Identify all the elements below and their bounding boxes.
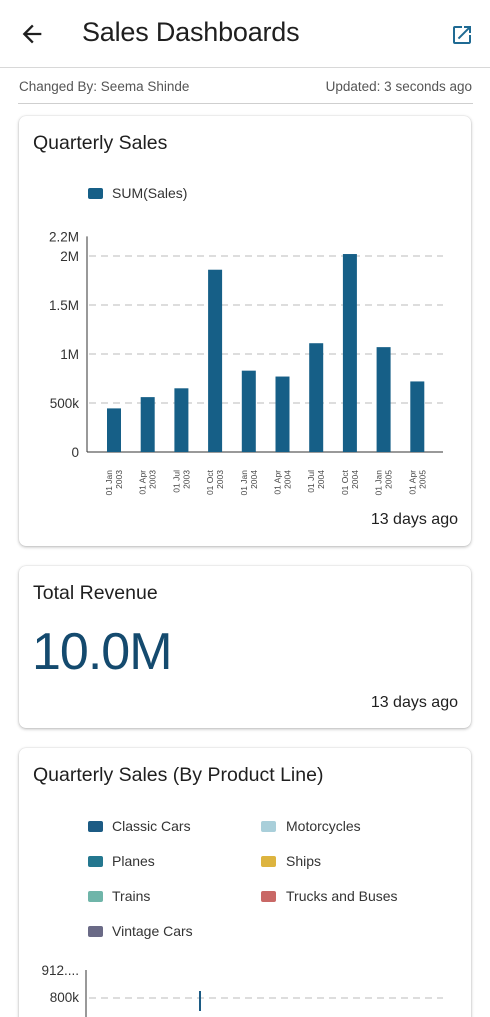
x-tick-label: 01 Jan2005 bbox=[374, 470, 394, 496]
bar bbox=[199, 991, 201, 1011]
x-tick-label: 01 Jul2003 bbox=[171, 470, 191, 493]
back-arrow-icon[interactable] bbox=[18, 20, 46, 48]
card-title: Total Revenue bbox=[33, 582, 158, 604]
y-tick-label: 1.5M bbox=[49, 298, 79, 313]
legend-label-motorcycles: Motorcycles bbox=[286, 818, 361, 834]
open-external-icon[interactable] bbox=[450, 23, 474, 47]
x-tick-label: 01 Oct2003 bbox=[205, 469, 225, 495]
legend-swatch-motorcycles bbox=[261, 821, 276, 832]
legend-swatch bbox=[88, 188, 103, 199]
y-tick-label: 800k bbox=[50, 990, 80, 1005]
legend-swatch-trains bbox=[88, 891, 103, 902]
y-tick-label: 912.... bbox=[41, 963, 79, 978]
legend-label-ships: Ships bbox=[286, 853, 322, 869]
y-tick-label: 0 bbox=[71, 445, 79, 460]
changed-by-text: Changed By: Seema Shinde bbox=[19, 79, 190, 94]
x-tick-label: 01 Jan2003 bbox=[104, 470, 124, 496]
card-timestamp: 13 days ago bbox=[370, 511, 458, 528]
legend-swatch-classic-cars bbox=[88, 821, 103, 832]
bar bbox=[275, 376, 290, 452]
bar bbox=[410, 381, 425, 452]
bar bbox=[174, 388, 189, 452]
bar bbox=[309, 343, 324, 452]
card-title: Quarterly Sales bbox=[33, 132, 168, 154]
product-line-chart: 912.... 800k bbox=[41, 963, 443, 1017]
legend-label-trucks-and-buses: Trucks and Buses bbox=[286, 888, 398, 904]
x-tick-label: 01 Apr2003 bbox=[138, 470, 158, 495]
x-tick-label: 01 Apr2004 bbox=[273, 470, 293, 495]
legend-label-vintage-cars: Vintage Cars bbox=[112, 923, 193, 939]
big-number-value: 10.0M bbox=[32, 623, 173, 681]
y-tick-label: 2M bbox=[60, 249, 79, 264]
quarterly-sales-chart: 0 500k 1M 1.5M 2M 2.2M 01 Jan2003 01 Apr2003 01 … bbox=[49, 229, 443, 496]
app-header: Sales Dashboards bbox=[0, 0, 490, 68]
quarterly-sales-card[interactable]: Quarterly Sales SUM(Sales) 0 500k 1M 1.5M 2M… bbox=[19, 116, 471, 546]
legend-swatch-vintage-cars bbox=[88, 926, 103, 937]
bar bbox=[107, 408, 121, 452]
x-tick-label: 01 Oct2004 bbox=[340, 469, 360, 495]
bar bbox=[376, 347, 391, 452]
product-line-sales-card[interactable]: Quarterly Sales (By Product Line) Classi… bbox=[19, 748, 471, 1017]
legend-label-trains: Trains bbox=[112, 888, 151, 904]
card-timestamp: 13 days ago bbox=[370, 694, 458, 711]
bar bbox=[208, 269, 223, 452]
x-tick-label: 01 Jul2004 bbox=[306, 470, 326, 493]
dashboard-meta: Changed By: Seema Shinde Updated: 3 seco… bbox=[18, 78, 473, 104]
y-tick-label: 500k bbox=[50, 396, 80, 411]
x-tick-label: 01 Apr2005 bbox=[407, 470, 427, 495]
legend-label: SUM(Sales) bbox=[112, 185, 188, 201]
x-tick-label: 01 Jan2004 bbox=[239, 470, 259, 496]
y-tick-label: 2.2M bbox=[49, 229, 79, 244]
y-tick-label: 1M bbox=[60, 347, 79, 362]
total-revenue-card[interactable]: Total Revenue 10.0M 13 days ago bbox=[19, 566, 471, 728]
card-title: Quarterly Sales (By Product Line) bbox=[33, 764, 324, 786]
updated-text: Updated: 3 seconds ago bbox=[325, 79, 472, 94]
legend-label-planes: Planes bbox=[112, 853, 155, 869]
legend-swatch-trucks-and-buses bbox=[261, 891, 276, 902]
bar bbox=[140, 397, 155, 452]
bar bbox=[241, 370, 256, 452]
legend-swatch-ships bbox=[261, 856, 276, 867]
bar bbox=[342, 254, 357, 452]
page-title: Sales Dashboards bbox=[82, 17, 300, 47]
legend-swatch-planes bbox=[88, 856, 103, 867]
legend-label-classic-cars: Classic Cars bbox=[112, 818, 191, 834]
